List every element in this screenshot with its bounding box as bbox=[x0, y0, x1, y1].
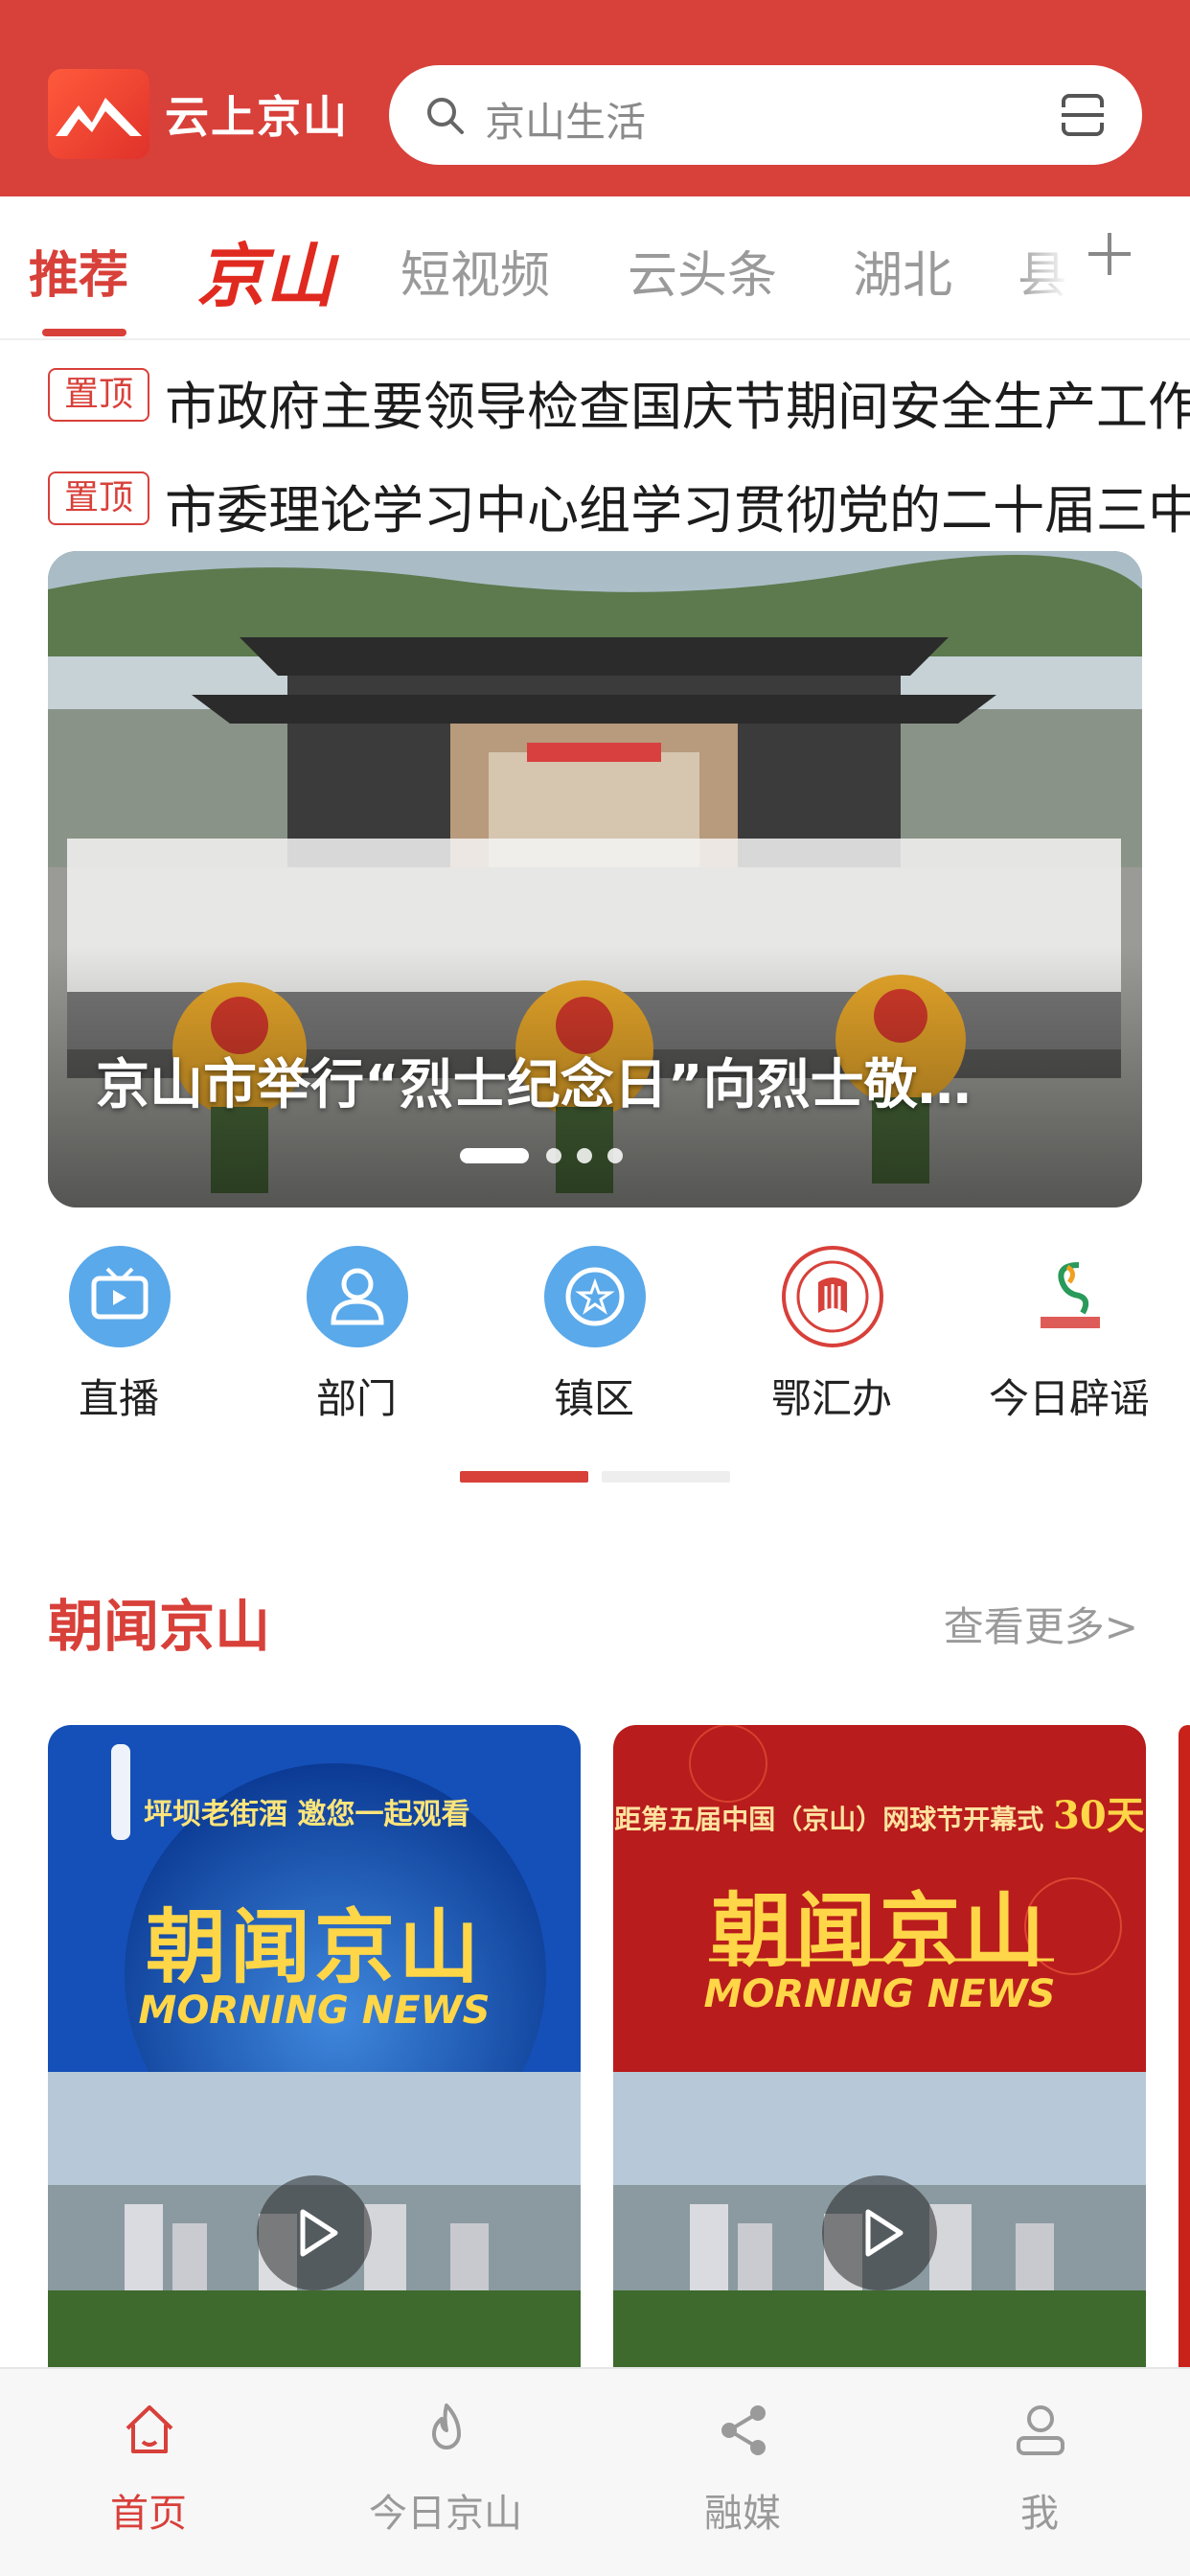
pinned-item[interactable]: 置顶 市委理论学习中心组学习贯彻党的二十届三中全会 bbox=[0, 450, 1190, 546]
play-button[interactable] bbox=[257, 2175, 372, 2290]
tab-recommend[interactable]: 推荐 bbox=[29, 235, 128, 307]
channel-tabs: 推荐 京山 短视频 云头条 湖北 县 bbox=[0, 196, 1190, 340]
card-subtitle: MORNING NEWS bbox=[138, 1989, 491, 2033]
see-more-link[interactable]: 查看更多> bbox=[944, 1595, 1138, 1653]
countdown-days: 30天 bbox=[1053, 1793, 1145, 1838]
add-channel-icon[interactable] bbox=[1081, 225, 1138, 283]
search-icon bbox=[427, 98, 464, 134]
tab-fade bbox=[1016, 196, 1083, 338]
quick-link-label: 直播 bbox=[78, 1375, 159, 1422]
quick-link-label: 今日辟谣 bbox=[988, 1375, 1150, 1422]
video-card-peek[interactable] bbox=[1179, 1725, 1190, 2369]
banner-dot bbox=[577, 1148, 592, 1163]
bottom-navigation: 首页 今日京山 融媒 我 bbox=[0, 2367, 1190, 2576]
banner-dot bbox=[546, 1148, 561, 1163]
app-logo-icon[interactable] bbox=[48, 69, 149, 159]
card-sponsor-text: 坪坝老街酒 邀您一起观看 bbox=[144, 1798, 470, 1831]
nav-label: 今日京山 bbox=[369, 2492, 522, 2536]
tab-cloud-headline[interactable]: 云头条 bbox=[628, 235, 777, 307]
quick-link-piyao[interactable]: 今日辟谣 bbox=[950, 1236, 1188, 1447]
section-title: 朝闻京山 bbox=[48, 1594, 271, 1659]
pinned-title[interactable]: 市委理论学习中心组学习贯彻党的二十届三中全会 bbox=[165, 468, 1190, 543]
quick-link-town[interactable]: 镇区 bbox=[475, 1236, 713, 1447]
banner-caption[interactable]: 京山市举行“烈士纪念日”向烈士敬… bbox=[96, 1042, 972, 1119]
person-icon bbox=[307, 1246, 408, 1347]
search-input[interactable]: 京山生活 bbox=[485, 90, 646, 149]
app-name: 云上京山 bbox=[165, 91, 349, 143]
pinned-item[interactable]: 置顶 市政府主要领导检查国庆节期间安全生产工作 bbox=[0, 347, 1190, 443]
piyao-logo-icon bbox=[1019, 1246, 1121, 1347]
countdown-label: 距第五届中国（京山）网球节开幕式 bbox=[614, 1804, 1044, 1835]
nav-media[interactable]: 融媒 bbox=[594, 2369, 891, 2576]
search-bar[interactable]: 京山生活 bbox=[389, 65, 1142, 165]
quick-link-live[interactable]: 直播 bbox=[0, 1236, 238, 1447]
nav-today-jingshan[interactable]: 今日京山 bbox=[297, 2369, 594, 2576]
banner-dot bbox=[607, 1148, 623, 1163]
card-title: 朝闻京山 bbox=[145, 1899, 483, 1994]
video-card[interactable]: 坪坝老街酒 邀您一起观看 朝闻京山 MORNING NEWS bbox=[48, 1725, 581, 2369]
nav-home[interactable]: 首页 bbox=[0, 2369, 297, 2576]
nav-label: 首页 bbox=[110, 2492, 187, 2536]
active-tab-indicator bbox=[42, 329, 126, 336]
quick-link-ehuiban[interactable]: 鄂汇办 bbox=[713, 1236, 950, 1447]
live-tv-icon bbox=[69, 1246, 171, 1347]
page-indicator bbox=[602, 1471, 730, 1483]
card-countdown-text: 距第五届中国（京山）网球节开幕式 30天 bbox=[613, 1784, 1146, 1840]
top-bar: 云上京山 京山生活 bbox=[0, 0, 1190, 196]
card-subtitle: MORNING NEWS bbox=[703, 1972, 1056, 2016]
star-badge-icon bbox=[544, 1246, 646, 1347]
card-title: 朝闻京山 bbox=[710, 1883, 1048, 1978]
tab-short-video[interactable]: 短视频 bbox=[400, 235, 550, 307]
play-icon bbox=[865, 2209, 904, 2257]
banner-dot-active bbox=[460, 1148, 529, 1163]
quick-link-department[interactable]: 部门 bbox=[238, 1236, 475, 1447]
quick-link-label: 鄂汇办 bbox=[770, 1375, 892, 1422]
pinned-title[interactable]: 市政府主要领导检查国庆节期间安全生产工作 bbox=[165, 364, 1190, 440]
play-button[interactable] bbox=[822, 2175, 937, 2290]
pinned-badge: 置顶 bbox=[48, 368, 149, 422]
share-icon bbox=[721, 2405, 766, 2455]
quick-links: 直播 部门 镇区 鄂汇办 今日辟谣 bbox=[0, 1236, 1190, 1457]
nav-me[interactable]: 我 bbox=[891, 2369, 1188, 2576]
play-icon bbox=[300, 2209, 338, 2257]
quick-link-label: 镇区 bbox=[553, 1375, 634, 1422]
nav-label: 融媒 bbox=[704, 2492, 781, 2536]
ehuiban-logo-icon bbox=[782, 1246, 883, 1347]
pinned-badge: 置顶 bbox=[48, 472, 149, 525]
user-icon bbox=[1017, 2405, 1064, 2455]
quick-link-label: 部门 bbox=[315, 1375, 397, 1422]
flame-icon bbox=[432, 2404, 461, 2450]
tab-hubei[interactable]: 湖北 bbox=[853, 235, 952, 307]
headline-banner[interactable]: 京山市举行“烈士纪念日”向烈士敬… bbox=[48, 551, 1142, 1208]
tab-jingshan[interactable]: 京山 bbox=[196, 219, 334, 320]
nav-label: 我 bbox=[1020, 2492, 1059, 2536]
page-indicator-active bbox=[460, 1471, 588, 1483]
scan-icon[interactable] bbox=[1058, 90, 1108, 140]
video-card[interactable]: 距第五届中国（京山）网球节开幕式 30天 朝闻京山 MORNING NEWS bbox=[613, 1725, 1146, 2369]
home-icon bbox=[126, 2405, 173, 2453]
